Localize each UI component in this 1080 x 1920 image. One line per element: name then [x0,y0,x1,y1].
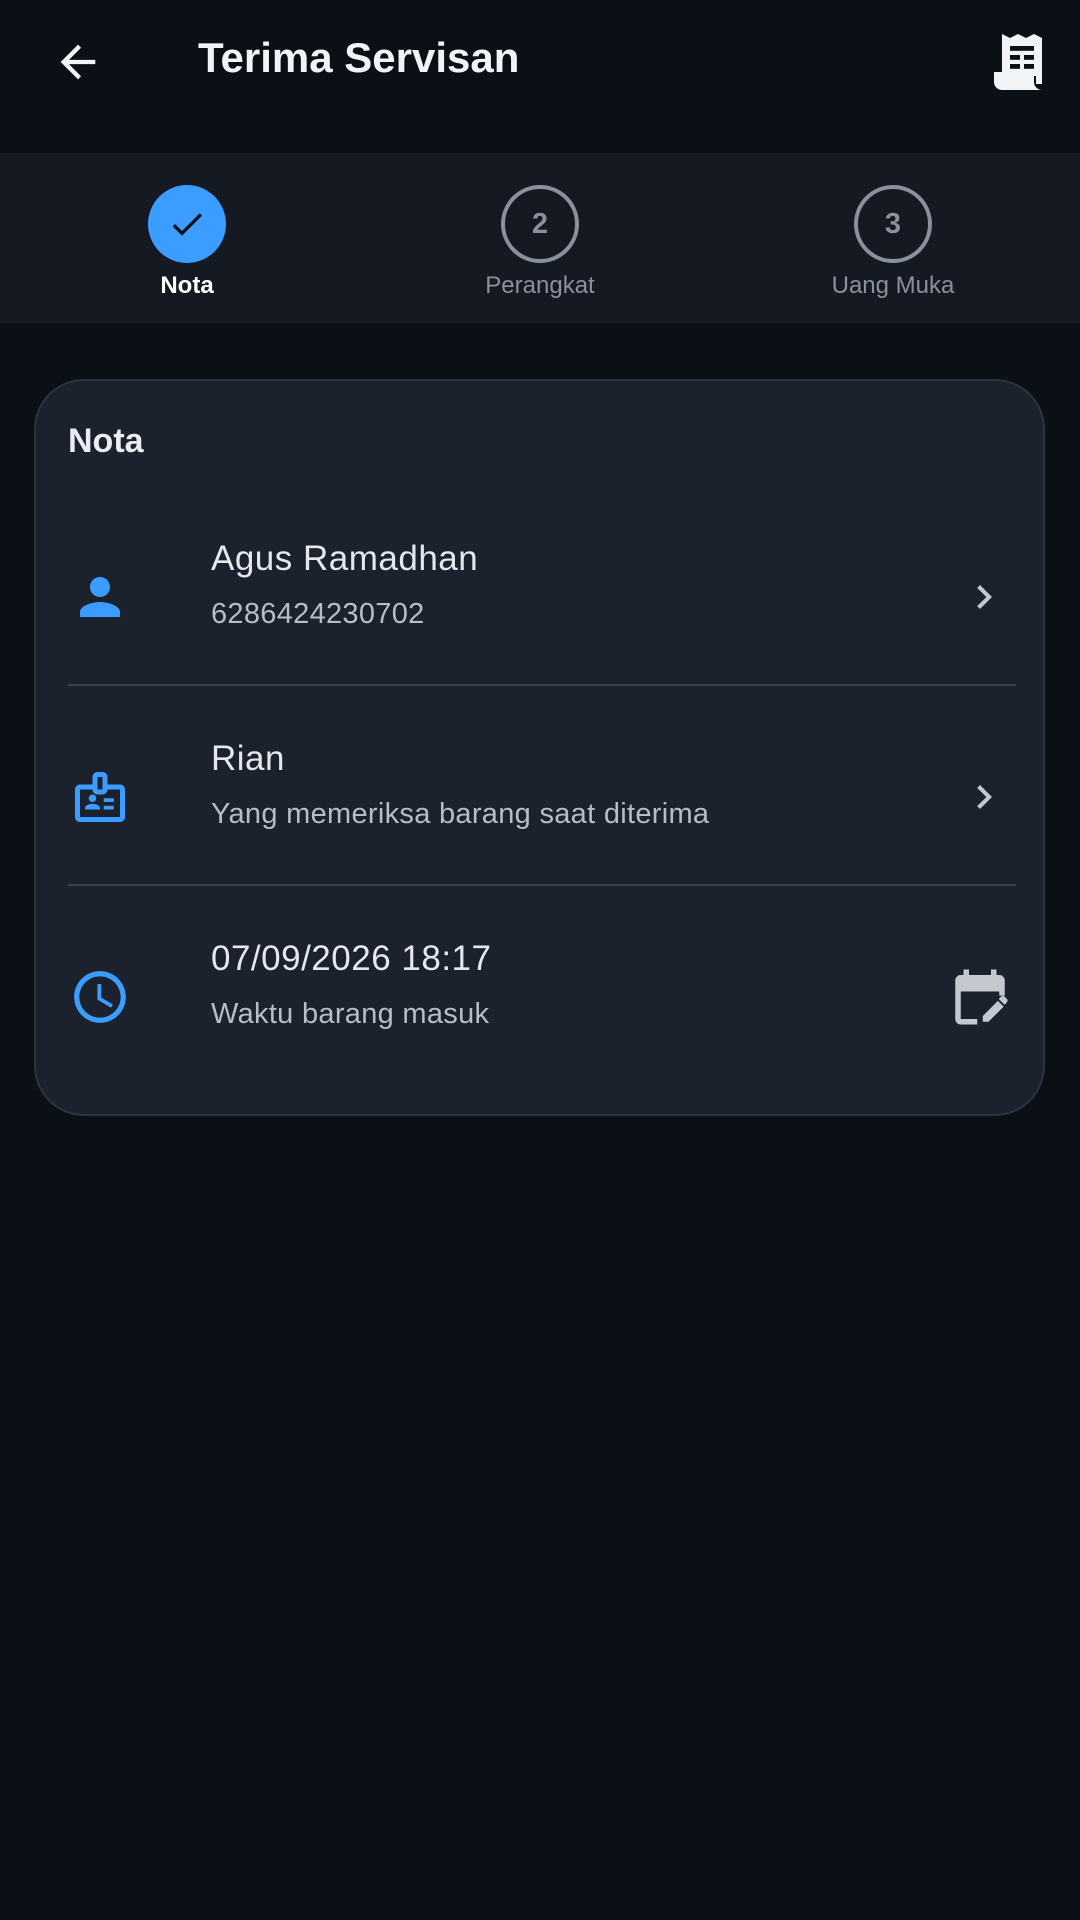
stepper: Nota 2 Perangkat 3 Uang Muka [0,153,1080,323]
step-number: 3 [854,185,932,263]
customer-name: Agus Ramadhan [211,539,479,578]
card-title: Nota [68,422,144,460]
datetime-value: 07/09/2026 18:17 [211,939,492,978]
badge-icon [68,765,132,829]
datetime-row[interactable]: 07/09/2026 18:17 Waktu barang masuk [68,901,1016,1101]
technician-name: Rian [211,739,285,778]
divider [68,684,1016,686]
divider [68,884,1016,886]
step-number: 2 [501,185,579,263]
calendar-edit-button[interactable] [944,961,1016,1033]
step-label: Nota [160,272,214,299]
technician-row[interactable]: Rian Yang memeriksa barang saat diterima [68,701,1016,901]
calendar-edit-icon [955,969,1008,1025]
check-icon [172,213,202,236]
page-title: Terima Servisan [198,34,520,81]
step-nota[interactable]: Nota [7,153,367,323]
customer-phone: 6286424230702 [211,598,425,630]
clock-icon [68,965,132,1029]
arrow-left-icon [60,44,96,80]
step-uang-muka[interactable]: 3 Uang Muka [713,153,1073,323]
receipt-icon [994,34,1042,90]
step-completed-indicator [148,185,226,263]
step-label: Uang Muka [831,272,955,299]
step-perangkat[interactable]: 2 Perangkat [360,153,720,323]
receipt-button[interactable] [980,24,1056,100]
customer-row[interactable]: Agus Ramadhan 6286424230702 [68,501,1016,701]
person-icon [68,565,132,629]
back-button[interactable] [40,24,116,100]
nota-card: Nota Agus Ramadhan 6286424230702 Rian Ya… [34,379,1045,1116]
technician-description: Yang memeriksa barang saat diterima [211,798,710,830]
chevron-right-icon [952,565,1016,629]
chevron-right-icon [952,765,1016,829]
step-label: Perangkat [485,272,595,299]
app-bar: Terima Servisan [0,0,1080,153]
datetime-description: Waktu barang masuk [211,998,490,1030]
